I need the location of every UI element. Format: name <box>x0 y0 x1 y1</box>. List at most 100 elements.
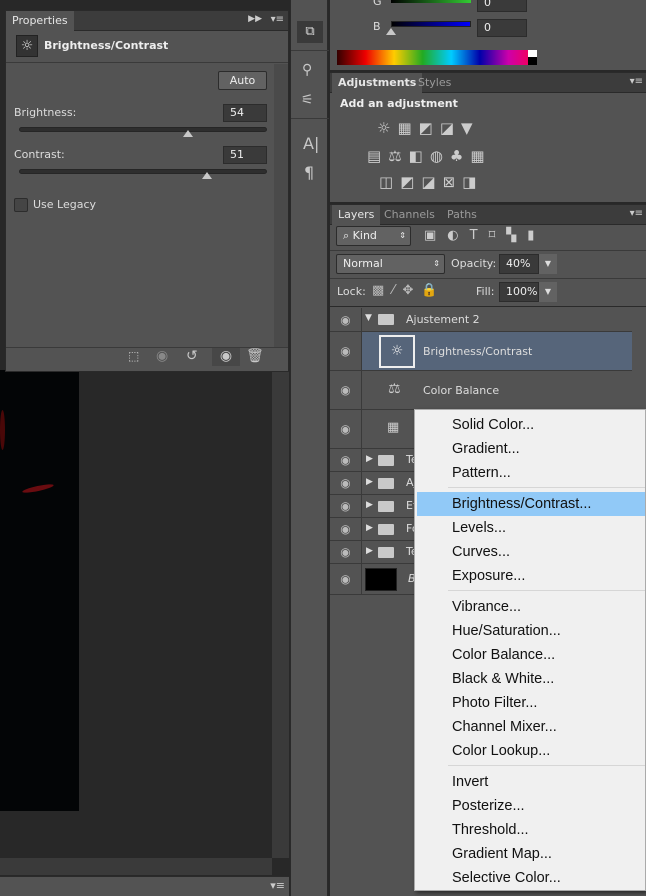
tab-properties[interactable]: Properties <box>6 11 74 31</box>
g-slider[interactable] <box>391 0 471 3</box>
black-white-icon[interactable]: ◧ <box>409 147 423 165</box>
brush-icon[interactable]: ⚟ <box>301 92 314 108</box>
channel-mixer-icon[interactable]: ♣ <box>450 147 463 165</box>
menu-item[interactable]: Selective Color... <box>417 866 645 890</box>
lock-position-icon[interactable]: ✥ <box>402 283 413 298</box>
contrast-slider-thumb[interactable] <box>202 172 213 179</box>
visibility-eye-icon[interactable]: ◉ <box>330 518 362 540</box>
brightness-contrast-icon[interactable]: ☼ <box>377 119 390 137</box>
menu-item[interactable]: Photo Filter... <box>417 691 645 715</box>
menu-item[interactable]: Brightness/Contrast... <box>417 492 645 516</box>
character-icon[interactable]: A| <box>303 134 319 153</box>
visibility-eye-icon[interactable]: ◉ <box>212 348 240 366</box>
collapse-icon[interactable]: ▶▶ <box>248 14 262 24</box>
visibility-eye-icon[interactable]: ◉ <box>330 410 362 448</box>
menu-item[interactable]: Threshold... <box>417 818 645 842</box>
fill-input[interactable]: 100% <box>499 282 539 302</box>
brightness-slider[interactable] <box>19 127 267 132</box>
b-slider-thumb[interactable] <box>386 28 396 35</box>
panel-menu-icon[interactable]: ▾≡ <box>630 76 643 87</box>
pixel-filter-icon[interactable]: ▣ <box>424 228 436 243</box>
panel-menu-icon[interactable]: ▾≡ <box>271 14 284 25</box>
gradient-map-icon[interactable]: ◨ <box>462 173 476 191</box>
expand-arrow-icon[interactable]: ▶ <box>366 523 373 533</box>
visibility-eye-icon[interactable]: ◉ <box>330 564 362 594</box>
vibrance-icon[interactable]: ▼ <box>461 119 473 137</box>
color-balance-icon[interactable]: ⚖ <box>388 147 401 165</box>
visibility-eye-icon[interactable]: ◉ <box>330 371 362 409</box>
visibility-eye-icon[interactable]: ◉ <box>330 472 362 494</box>
layer-row-selected[interactable]: ◉ ☼ Brightness/Contrast <box>330 332 632 371</box>
trash-icon[interactable]: 🗑 <box>246 348 264 364</box>
menu-item[interactable]: Color Lookup... <box>417 739 645 763</box>
fill-dropdown[interactable]: ▼ <box>539 282 557 302</box>
shape-filter-icon[interactable]: ⌑ <box>489 228 496 243</box>
menu-item[interactable]: Curves... <box>417 540 645 564</box>
visibility-eye-icon[interactable]: ◉ <box>330 541 362 563</box>
type-filter-icon[interactable]: T <box>470 228 478 243</box>
menu-item[interactable]: Invert <box>417 770 645 794</box>
visibility-eye-icon[interactable]: ◉ <box>330 332 362 370</box>
menu-item[interactable]: Gradient Map... <box>417 842 645 866</box>
expand-arrow-icon[interactable]: ▶ <box>366 546 373 556</box>
levels-icon[interactable]: ▦ <box>397 119 411 137</box>
menu-item[interactable]: Posterize... <box>417 794 645 818</box>
panel-menu-icon[interactable]: ▾≡ <box>270 879 285 892</box>
b-slider[interactable] <box>391 21 471 27</box>
threshold-icon[interactable]: ◪ <box>421 173 435 191</box>
horizontal-scrollbar[interactable] <box>0 858 272 875</box>
tab-styles[interactable]: Styles <box>412 73 457 93</box>
curves-icon[interactable]: ◩ <box>419 119 433 137</box>
menu-item[interactable]: Black & White... <box>417 667 645 691</box>
menu-item[interactable]: Color Balance... <box>417 643 645 667</box>
visibility-eye-icon[interactable]: ◉ <box>330 495 362 517</box>
expand-arrow-icon[interactable]: ▶ <box>366 477 373 487</box>
visibility-eye-icon[interactable]: ◉ <box>330 449 362 471</box>
lock-transparency-icon[interactable]: ▩ <box>372 283 384 298</box>
contrast-slider[interactable] <box>19 169 267 174</box>
opacity-input[interactable]: 40% <box>499 254 539 274</box>
menu-item[interactable]: Solid Color... <box>417 413 645 437</box>
selective-color-icon[interactable]: ⊠ <box>443 173 456 191</box>
invert-icon[interactable]: ◫ <box>379 173 393 191</box>
expand-arrow-icon[interactable]: ▶ <box>366 454 373 464</box>
color-spectrum[interactable] <box>337 50 537 65</box>
tab-layers[interactable]: Layers <box>332 205 381 225</box>
adjustment-filter-icon[interactable]: ◐ <box>447 228 458 243</box>
lock-all-icon[interactable]: 🔒 <box>421 283 437 298</box>
hue-saturation-icon[interactable]: ▤ <box>367 147 381 165</box>
reset-icon[interactable]: ↺ <box>186 348 198 364</box>
view-previous-state-icon[interactable]: ◉ <box>156 348 168 364</box>
use-legacy-checkbox[interactable] <box>14 198 28 212</box>
clip-to-layer-icon[interactable]: ⬚ <box>128 349 139 363</box>
expand-arrow-icon[interactable]: ▼ <box>365 313 372 323</box>
menu-item[interactable]: Levels... <box>417 516 645 540</box>
auto-button[interactable]: Auto <box>218 71 267 90</box>
menu-item[interactable]: Channel Mixer... <box>417 715 645 739</box>
layer-row[interactable]: ◉ ⚖ Color Balance <box>330 371 632 410</box>
color-lookup-icon[interactable]: ▦ <box>470 147 484 165</box>
filter-toggle-icon[interactable]: ▮ <box>527 228 534 243</box>
menu-item[interactable]: Gradient... <box>417 437 645 461</box>
panel-scrollbar[interactable] <box>274 64 288 347</box>
menu-item[interactable]: Pattern... <box>417 461 645 485</box>
panel-menu-icon[interactable]: ▾≡ <box>630 208 643 219</box>
posterize-icon[interactable]: ◩ <box>400 173 414 191</box>
expand-arrow-icon[interactable]: ▶ <box>366 500 373 510</box>
brightness-slider-thumb[interactable] <box>182 130 193 137</box>
b-input[interactable]: 0 <box>477 19 527 37</box>
visibility-eye-icon[interactable]: ◉ <box>330 308 362 331</box>
tab-channels[interactable]: Channels <box>378 205 441 225</box>
brush-presets-icon[interactable]: ⚲ <box>302 62 312 78</box>
paragraph-icon[interactable]: ¶ <box>304 163 314 182</box>
smart-object-filter-icon[interactable]: ▚ <box>506 228 516 243</box>
menu-item[interactable]: Exposure... <box>417 564 645 588</box>
photo-filter-icon[interactable]: ◍ <box>430 147 443 165</box>
lock-pixels-icon[interactable]: ⁄ <box>392 283 394 298</box>
contrast-input[interactable]: 51 <box>223 146 267 164</box>
menu-item[interactable]: Hue/Saturation... <box>417 619 645 643</box>
blend-mode-select[interactable]: Normal ⇕ <box>336 254 445 274</box>
menu-item[interactable]: Vibrance... <box>417 595 645 619</box>
exposure-icon[interactable]: ◪ <box>440 119 454 137</box>
brightness-input[interactable]: 54 <box>223 104 267 122</box>
